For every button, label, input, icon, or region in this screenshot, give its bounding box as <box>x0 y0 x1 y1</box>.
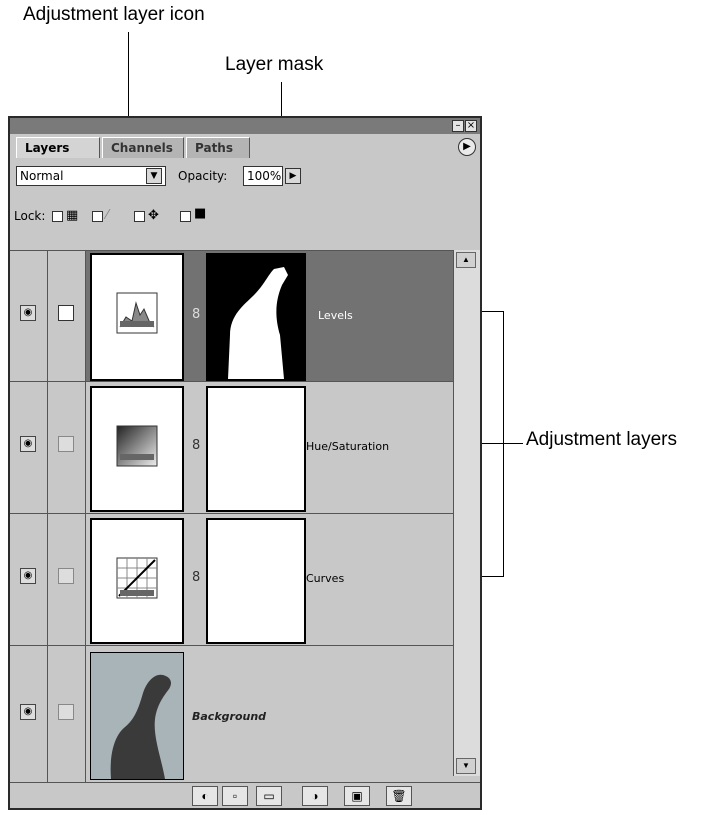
close-icon[interactable]: × <box>465 120 477 132</box>
opacity-label: Opacity: <box>178 169 228 183</box>
chevron-down-icon[interactable]: ▼ <box>146 168 162 184</box>
move-icon: ✥ <box>148 208 159 223</box>
eye-icon[interactable]: ◉ <box>20 568 36 584</box>
layer-mask-thumbnail[interactable] <box>206 386 306 512</box>
tab-row: Layers Channels Paths ▶ <box>10 134 480 158</box>
scroll-up-icon[interactable]: ▲ <box>456 252 476 268</box>
brush-icon: ⁄ <box>106 208 109 223</box>
palette-menu-icon[interactable]: ▶ <box>458 138 476 156</box>
visibility-cell[interactable]: ◉ <box>10 514 48 645</box>
lock-icon: ■ <box>194 206 207 221</box>
blend-mode-select[interactable]: Normal <box>16 166 166 186</box>
blend-opacity-row: Normal ▼ Opacity: 100% ▶ <box>10 162 480 190</box>
layer-content[interactable]: 8 Levels <box>86 251 453 381</box>
lock-row: Lock: ▦ ⁄ ✥ ■ <box>10 192 480 246</box>
tab-layers[interactable]: Layers <box>16 137 100 158</box>
layer-mask-thumbnail[interactable] <box>206 253 306 381</box>
adjustment-layer-icon[interactable] <box>90 386 184 512</box>
link-icon[interactable]: 8 <box>192 570 200 585</box>
layer-brush-cell[interactable] <box>48 251 86 381</box>
layer-name[interactable]: Curves <box>306 572 344 585</box>
layer-link-icon[interactable] <box>58 305 74 321</box>
layer-row-curves[interactable]: ◉ 8 Curves <box>10 514 453 646</box>
layer-row-background[interactable]: ◉ Background <box>10 646 453 786</box>
layer-name[interactable]: Levels <box>318 309 353 322</box>
callout-adjustment-layers: Adjustment layers <box>526 429 678 450</box>
new-set-icon[interactable]: ▭ <box>256 786 282 806</box>
visibility-cell[interactable]: ◉ <box>10 646 48 786</box>
callout-adjustment-layer-icon: Adjustment layer icon <box>23 4 205 25</box>
lock-label: Lock: <box>14 209 46 223</box>
layer-row-hue-saturation[interactable]: ◉ 8 Hue/Saturation <box>10 382 453 514</box>
layers-bottom-bar: ◐ ▫ ▭ ◑ ▣ 🗑 <box>10 782 480 808</box>
link-icon[interactable]: 8 <box>192 307 200 322</box>
adjustment-layer-icon[interactable] <box>90 253 184 381</box>
visibility-cell[interactable]: ◉ <box>10 382 48 513</box>
minimize-icon[interactable]: – <box>452 120 464 132</box>
layer-link-icon[interactable] <box>58 704 74 720</box>
callout-line <box>503 443 523 444</box>
layers-scrollbar[interactable]: ▲ ▼ <box>453 250 480 776</box>
eye-icon[interactable]: ◉ <box>20 704 36 720</box>
visibility-cell[interactable]: ◉ <box>10 251 48 381</box>
layer-style-icon[interactable]: ◐ <box>192 786 218 806</box>
scroll-down-icon[interactable]: ▼ <box>456 758 476 774</box>
lock-position-checkbox[interactable] <box>134 211 145 222</box>
trash-icon[interactable]: 🗑 <box>386 786 412 806</box>
new-adjustment-layer-icon[interactable]: ◑ <box>302 786 328 806</box>
opacity-field[interactable]: 100% <box>243 166 283 186</box>
lock-all-checkbox[interactable] <box>180 211 191 222</box>
layer-mask-thumbnail[interactable] <box>206 518 306 644</box>
layer-link-icon[interactable] <box>58 436 74 452</box>
tab-channels[interactable]: Channels <box>102 137 184 158</box>
transparency-icon: ▦ <box>66 208 79 223</box>
palette-title-bar[interactable]: – × <box>10 118 480 134</box>
opacity-arrow-icon[interactable]: ▶ <box>285 168 301 184</box>
add-mask-icon[interactable]: ▫ <box>222 786 248 806</box>
background-thumbnail[interactable] <box>90 652 184 780</box>
layer-row-levels[interactable]: ◉ 8 Levels <box>10 250 453 382</box>
new-layer-icon[interactable]: ▣ <box>344 786 370 806</box>
layer-content[interactable]: 8 Hue/Saturation <box>86 382 453 513</box>
layer-content[interactable]: 8 Curves <box>86 514 453 645</box>
layer-brush-cell[interactable] <box>48 646 86 786</box>
layer-brush-cell[interactable] <box>48 382 86 513</box>
layer-name[interactable]: Background <box>192 710 266 723</box>
layer-content[interactable]: Background <box>86 646 453 786</box>
callout-line <box>503 311 504 577</box>
layer-brush-cell[interactable] <box>48 514 86 645</box>
link-icon[interactable]: 8 <box>192 438 200 453</box>
eye-icon[interactable]: ◉ <box>20 436 36 452</box>
lock-transparency-checkbox[interactable] <box>52 211 63 222</box>
layer-link-icon[interactable] <box>58 568 74 584</box>
adjustment-layer-icon[interactable] <box>90 518 184 644</box>
callout-layer-mask: Layer mask <box>225 54 324 75</box>
layers-palette: – × Layers Channels Paths ▶ Normal ▼ Opa… <box>8 116 482 810</box>
eye-icon[interactable]: ◉ <box>20 305 36 321</box>
lock-image-checkbox[interactable] <box>92 211 103 222</box>
tab-paths[interactable]: Paths <box>186 137 250 158</box>
layer-name[interactable]: Hue/Saturation <box>306 440 389 453</box>
